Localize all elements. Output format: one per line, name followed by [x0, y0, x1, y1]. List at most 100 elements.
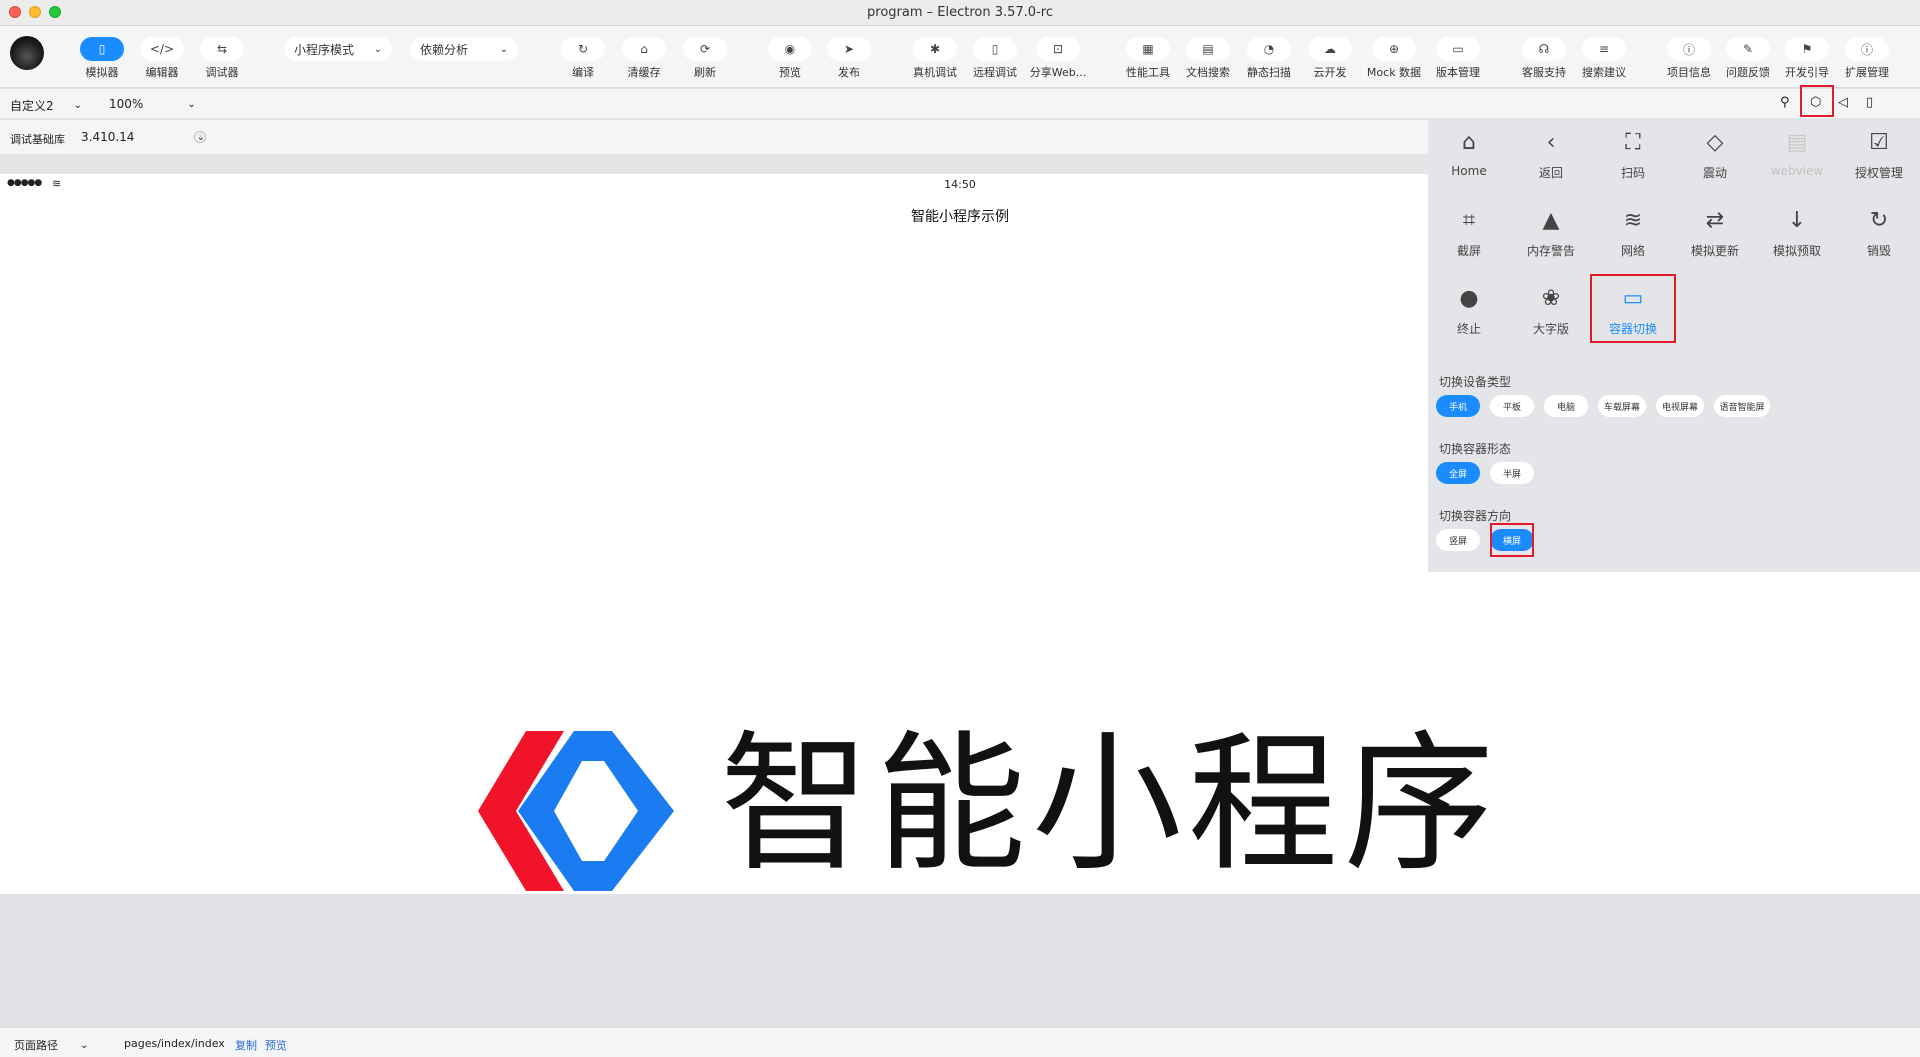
device-type-voice[interactable]: 语音智能屏: [1714, 395, 1770, 417]
panel-item[interactable]: ● 终止: [1428, 284, 1510, 337]
tools-panel: ⌂ Home ‹ 返回 ⛶ 扫码 ◇ 震动 ▤ webview ☑ 授权管理 ⌗ 截屏 ▲ 内存警告 ≋ 网络 ⇄ 模…: [1428, 118, 1920, 572]
container-form-half[interactable]: 半屏: [1490, 462, 1534, 484]
panel-item[interactable]: ☑ 授权管理: [1838, 128, 1920, 181]
editor-button[interactable]: </> 编辑器: [132, 37, 192, 80]
doc-search-label: 文档搜索: [1186, 66, 1230, 79]
device-type-title: 切换设备类型: [1439, 375, 1512, 389]
feedback-label: 问题反馈: [1726, 66, 1770, 79]
publish-button[interactable]: ➤ 发布: [819, 37, 879, 80]
device-select[interactable]: 自定义2 ⌄: [10, 97, 82, 114]
panel-item[interactable]: ⛶ 扫码: [1592, 128, 1674, 181]
chevron-down-icon: ⌄: [499, 43, 508, 55]
panel-item[interactable]: ‹ 返回: [1510, 128, 1592, 181]
container-form-full[interactable]: 全屏: [1436, 462, 1480, 484]
chevron-down-icon: ⌄: [73, 100, 83, 111]
landscape-highlight: [1490, 523, 1534, 557]
dev-guide-label: 开发引导: [1785, 66, 1829, 79]
device-type-tablet[interactable]: 平板: [1490, 395, 1534, 417]
panel-item[interactable]: ⌗ 截屏: [1428, 206, 1510, 259]
panel-item[interactable]: ⌂ Home: [1428, 128, 1510, 178]
page-path-select[interactable]: 页面路径 ⌄: [14, 1037, 88, 1053]
page-path-value: pages/index/index: [124, 1037, 225, 1050]
panel-item-label: 终止: [1456, 322, 1481, 336]
debugger-button[interactable]: ⇆ 调试器: [192, 37, 252, 80]
share-web-button[interactable]: ⊡ 分享Web...: [1028, 37, 1088, 80]
container-form-title: 切换容器形态: [1439, 442, 1512, 456]
title-bar: program – Electron 3.57.0-rc: [0, 0, 1920, 26]
user-icon[interactable]: ⚲: [1780, 95, 1790, 110]
scan-icon: ◔: [1247, 37, 1291, 61]
preview-button[interactable]: ◉ 预览: [760, 37, 820, 80]
panel-item-label: 截屏: [1456, 244, 1481, 258]
direction-portrait[interactable]: 竖屏: [1436, 529, 1480, 551]
share-web-label: 分享Web...: [1029, 66, 1087, 79]
stop-icon: ●: [1459, 286, 1479, 311]
chevron-down-icon: ⌄: [187, 98, 196, 110]
panel-item-label: Home: [1451, 164, 1487, 178]
paw-icon: ❀: [1541, 286, 1561, 311]
panel-item-label: 容器切换: [1608, 322, 1657, 336]
panel-item[interactable]: ◇ 震动: [1674, 128, 1756, 181]
device-type-pc[interactable]: 电脑: [1544, 395, 1588, 417]
zoom-select[interactable]: 100% ⌄: [109, 97, 196, 111]
copy-icon[interactable]: ▯: [1866, 95, 1873, 110]
device-debug-button[interactable]: ✱ 真机调试: [905, 37, 965, 80]
broom-icon: ⌂: [622, 37, 666, 61]
extension-mgmt-button[interactable]: ⓘ 扩展管理: [1837, 37, 1897, 80]
static-scan-button[interactable]: ◔ 静态扫描: [1239, 37, 1299, 80]
perf-tools-button[interactable]: ▦ 性能工具: [1118, 37, 1178, 80]
container-direction-title: 切换容器方向: [1439, 509, 1512, 523]
feedback-button[interactable]: ✎ 问题反馈: [1718, 37, 1778, 80]
phone-icon: ▯: [80, 37, 124, 61]
search-suggest-label: 搜索建议: [1582, 66, 1626, 79]
headset-icon: ☊: [1522, 37, 1566, 61]
panel-item[interactable]: ❀ 大字版: [1510, 284, 1592, 337]
repeat-icon: ⇄: [1705, 208, 1725, 233]
cloud-dev-button[interactable]: ☁ 云开发: [1300, 37, 1360, 80]
mode-select[interactable]: 小程序模式 ⌄: [284, 37, 392, 61]
support-button[interactable]: ☊ 客服支持: [1514, 37, 1574, 80]
panel-item[interactable]: ↻ 销毁: [1838, 206, 1920, 259]
dev-guide-button[interactable]: ⚑ 开发引导: [1777, 37, 1837, 80]
debug-lib-select[interactable]: 3.410.14 ⌄: [81, 130, 205, 144]
mock-data-button[interactable]: ⊕ Mock 数据: [1364, 37, 1424, 80]
mobile-icon: ▯: [973, 37, 1017, 61]
search-suggest-button[interactable]: ≡ 搜索建议: [1574, 37, 1634, 80]
code-icon: </>: [140, 37, 184, 61]
window-title: program – Electron 3.57.0-rc: [867, 5, 1053, 20]
device-type-tv[interactable]: 电视屏幕: [1656, 395, 1704, 417]
help-icon[interactable]: ?: [194, 131, 206, 143]
reload-button[interactable]: ⟳ 刷新: [675, 37, 735, 80]
preview-path-link[interactable]: 预览: [265, 1037, 287, 1053]
analysis-select[interactable]: 依赖分析 ⌄: [410, 37, 518, 61]
panel-item[interactable]: ▭ 容器切换: [1590, 274, 1676, 343]
version-mgmt-label: 版本管理: [1436, 66, 1480, 79]
analysis-select-value: 依赖分析: [420, 42, 469, 57]
globe-icon: ⊕: [1372, 37, 1416, 61]
device-type-phone[interactable]: 手机: [1436, 395, 1480, 417]
panel-item-label: webview: [1770, 164, 1824, 178]
panel-item[interactable]: ⇄ 模拟更新: [1674, 206, 1756, 259]
avatar[interactable]: [10, 36, 44, 70]
logo-mark: [478, 731, 674, 891]
version-mgmt-button[interactable]: ▭ 版本管理: [1428, 37, 1488, 80]
device-type-car[interactable]: 车载屏幕: [1598, 395, 1646, 417]
panel-item[interactable]: ≋ 网络: [1592, 206, 1674, 259]
remote-debug-button[interactable]: ▯ 远程调试: [965, 37, 1025, 80]
pen-icon: ✎: [1726, 37, 1770, 61]
doc-search-button[interactable]: ▤ 文档搜索: [1178, 37, 1238, 80]
rotate-icon: ↻: [1869, 208, 1889, 233]
copy-path-link[interactable]: 复制: [235, 1037, 257, 1053]
chevron-down-icon: ⌄: [373, 43, 382, 55]
remote-debug-label: 远程调试: [973, 66, 1017, 79]
compile-button[interactable]: ↻ 编译: [553, 37, 613, 80]
clear-cache-button[interactable]: ⌂ 清缓存: [614, 37, 674, 80]
static-scan-label: 静态扫描: [1247, 66, 1291, 79]
panel-item[interactable]: ↓ 模拟预取: [1756, 206, 1838, 259]
project-info-button[interactable]: ⓘ 项目信息: [1659, 37, 1719, 80]
simulator-button[interactable]: ▯ 模拟器: [72, 37, 132, 80]
panel-item-label: 销毁: [1866, 244, 1891, 258]
panel-item[interactable]: ▲ 内存警告: [1510, 206, 1592, 259]
speaker-icon[interactable]: ◁: [1838, 95, 1848, 110]
crop-icon: ⌗: [1462, 208, 1476, 233]
